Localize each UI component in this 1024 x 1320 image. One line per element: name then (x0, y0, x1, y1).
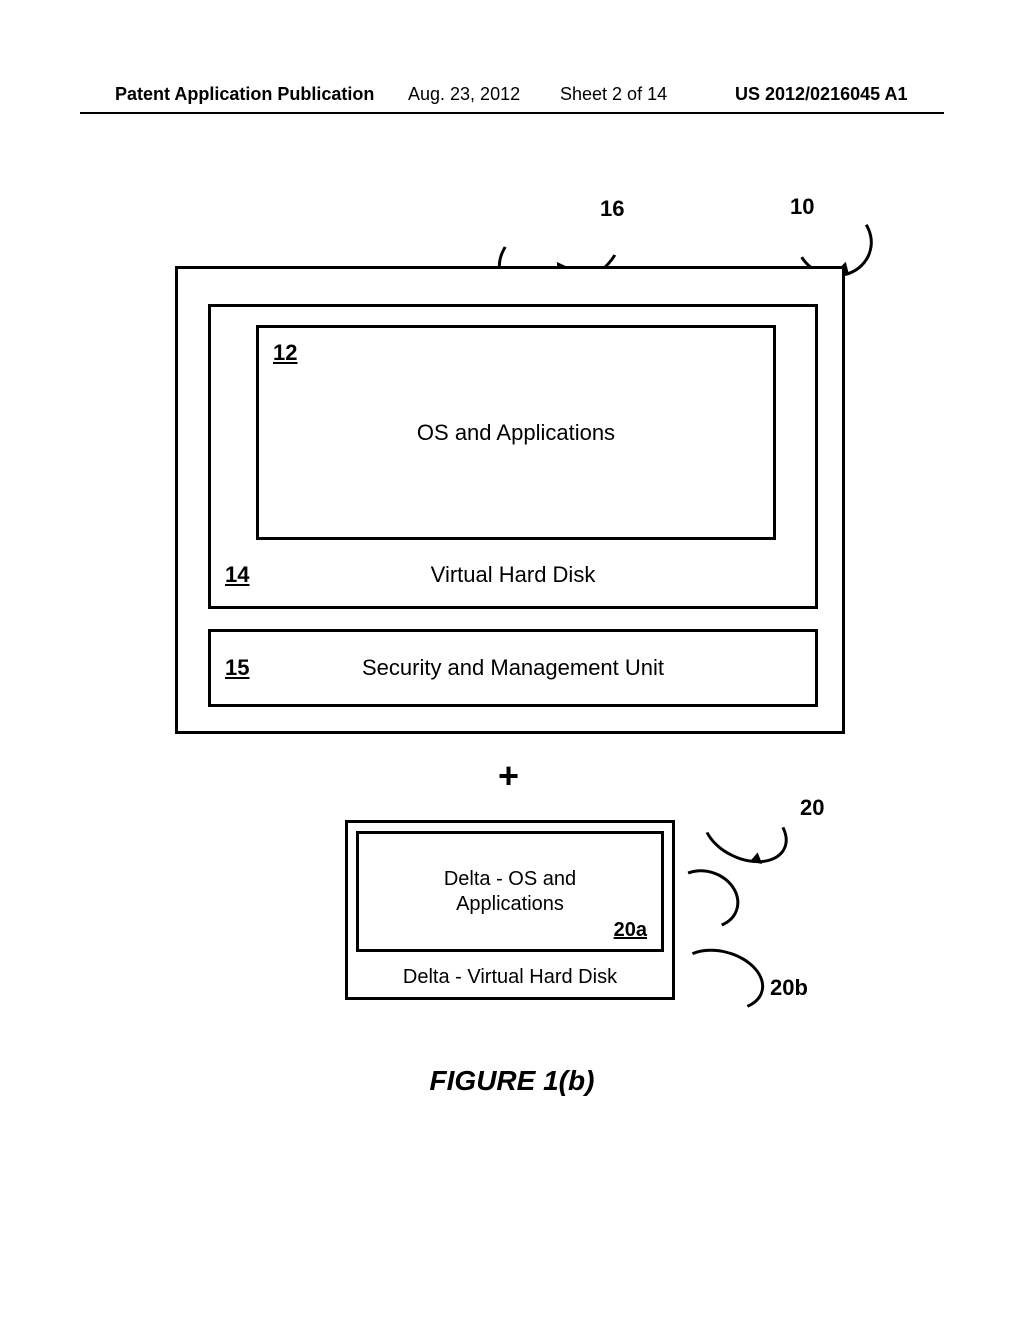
delta-os-label-line1: Delta - OS and (444, 867, 576, 892)
callout-arc-20b (669, 939, 771, 1020)
delta-vhd-label: Delta - Virtual Hard Disk (348, 966, 672, 989)
figure-area: 16 10 20 20b 14 Virtual Hard Disk 12 OS … (0, 0, 1024, 1320)
security-management-box: 15 Security and Management Unit (208, 629, 818, 707)
callout-arc-20 (692, 784, 799, 876)
ref-20: 20 (800, 795, 824, 821)
delta-virtual-hard-disk-box: Delta - OS and Applications 20a Delta - … (345, 820, 675, 1000)
os-and-applications-label: OS and Applications (259, 328, 773, 537)
ref-15: 15 (225, 655, 249, 681)
ref-20b: 20b (770, 975, 808, 1001)
patent-figure-page: Patent Application Publication Aug. 23, … (0, 0, 1024, 1320)
system-container: 14 Virtual Hard Disk 12 OS and Applicati… (175, 266, 845, 734)
ref-20a: 20a (614, 918, 647, 943)
security-management-label: Security and Management Unit (211, 655, 815, 681)
callout-arc-20a (662, 860, 748, 938)
figure-caption: FIGURE 1(b) (0, 1065, 1024, 1097)
virtual-hard-disk-box: 14 Virtual Hard Disk 12 OS and Applicati… (208, 304, 818, 609)
delta-os-label-line2: Applications (456, 892, 564, 917)
delta-os-applications-box: Delta - OS and Applications 20a (356, 831, 664, 952)
os-and-applications-box: 12 OS and Applications (256, 325, 776, 540)
virtual-hard-disk-label: Virtual Hard Disk (211, 562, 815, 588)
plus-icon: + (498, 755, 519, 797)
